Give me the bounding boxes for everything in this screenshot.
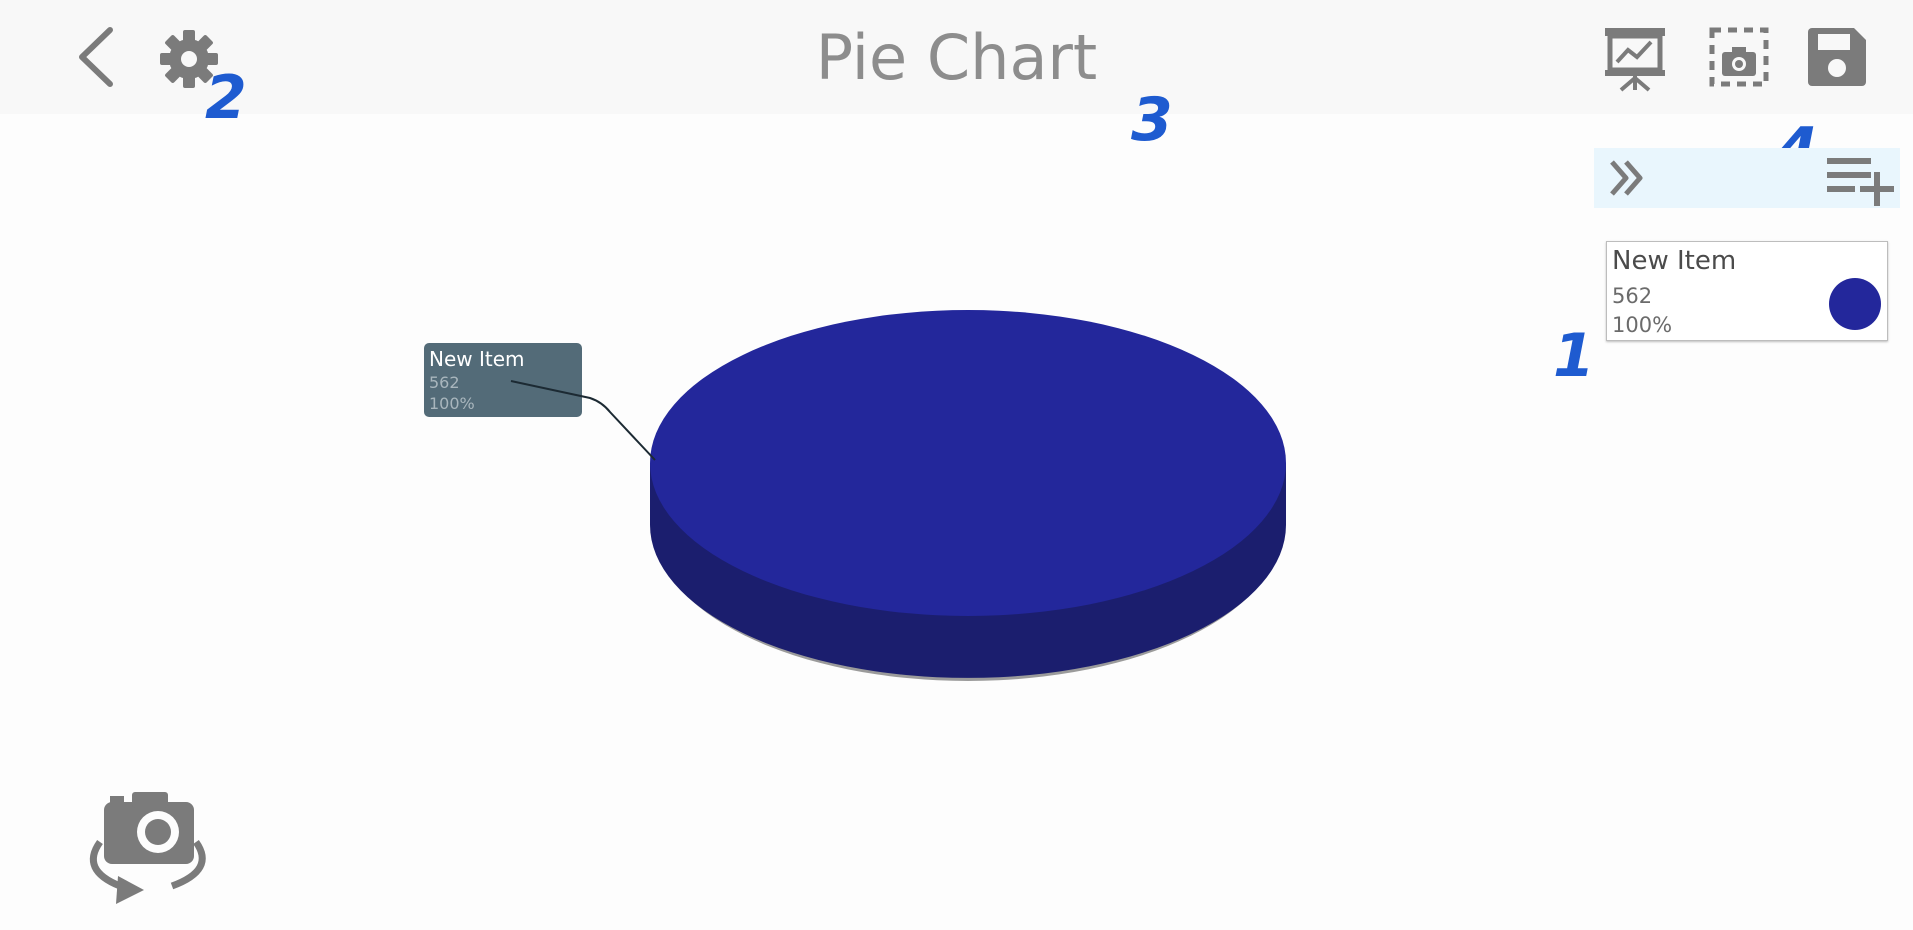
rotate-camera-icon[interactable]: [80, 786, 216, 910]
leader-line: [510, 380, 656, 461]
